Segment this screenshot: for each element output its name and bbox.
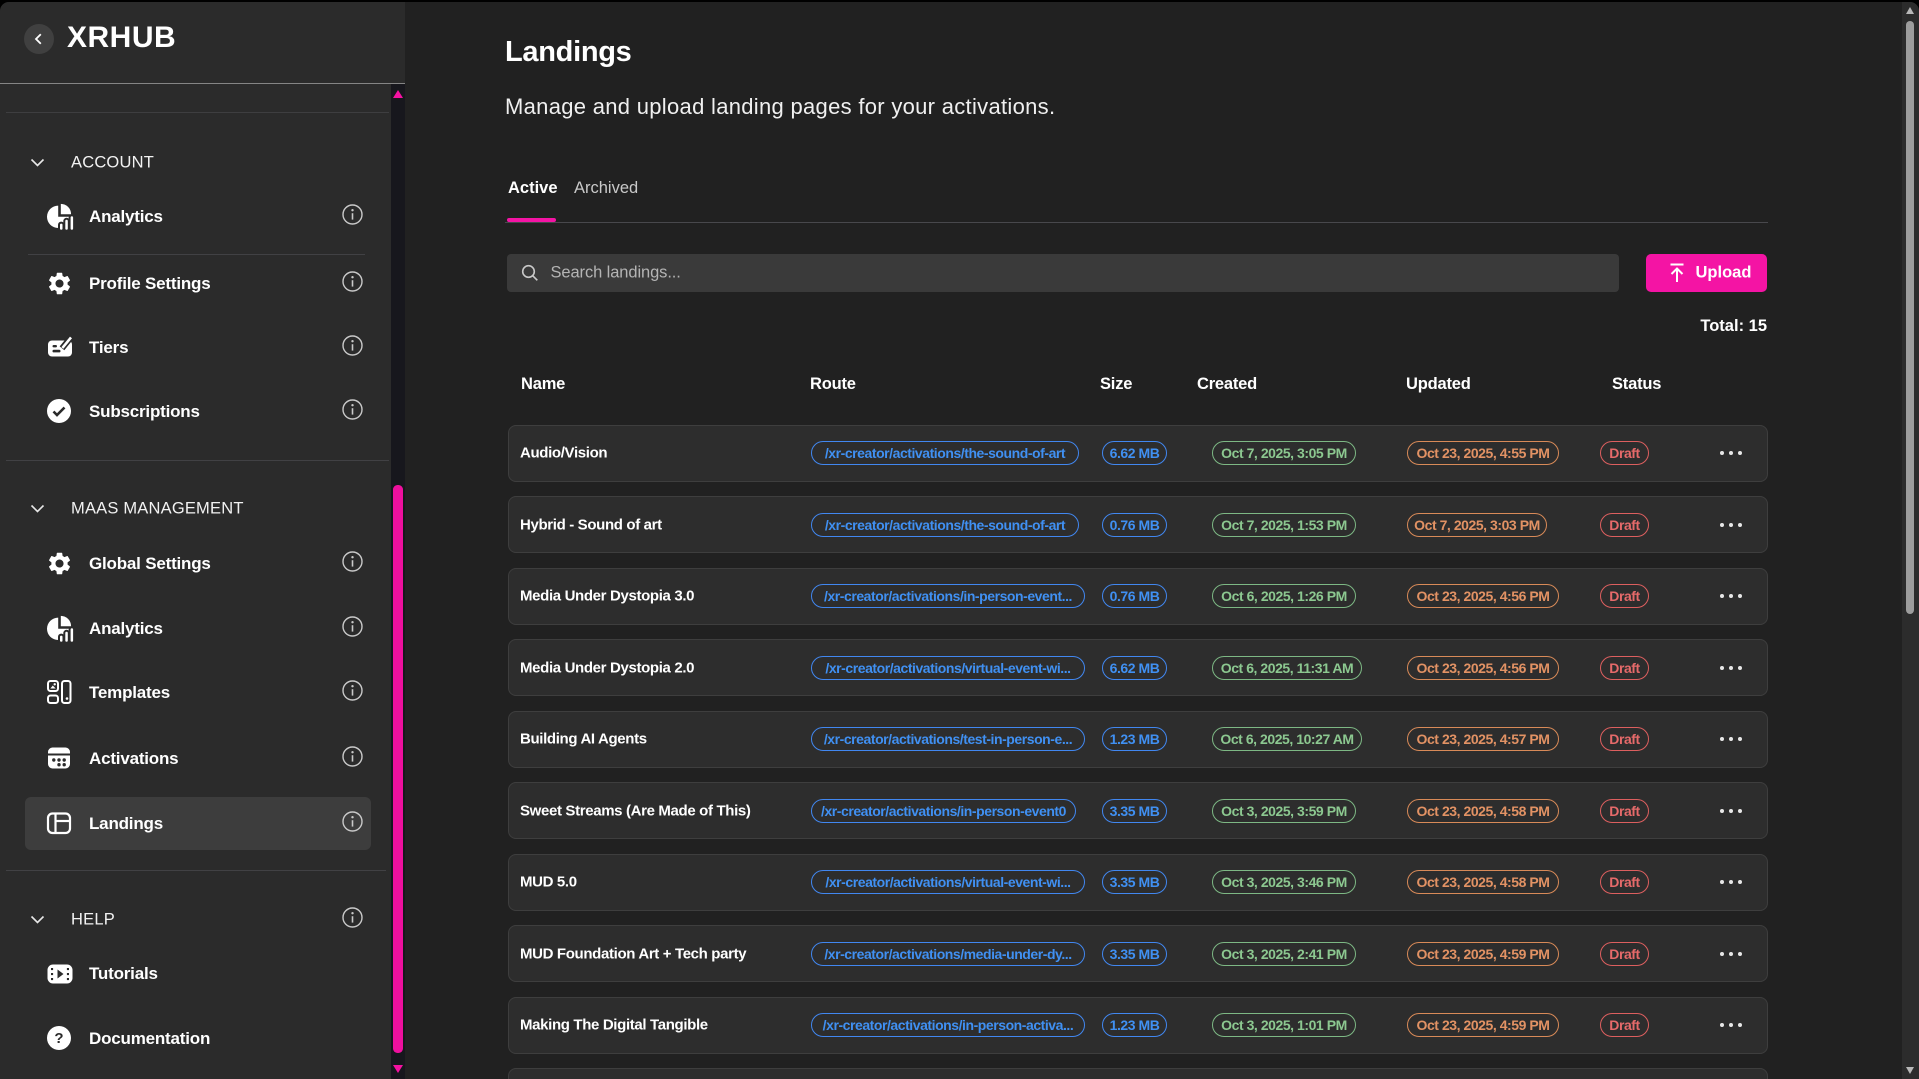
svg-text:?: ? bbox=[54, 1030, 63, 1047]
